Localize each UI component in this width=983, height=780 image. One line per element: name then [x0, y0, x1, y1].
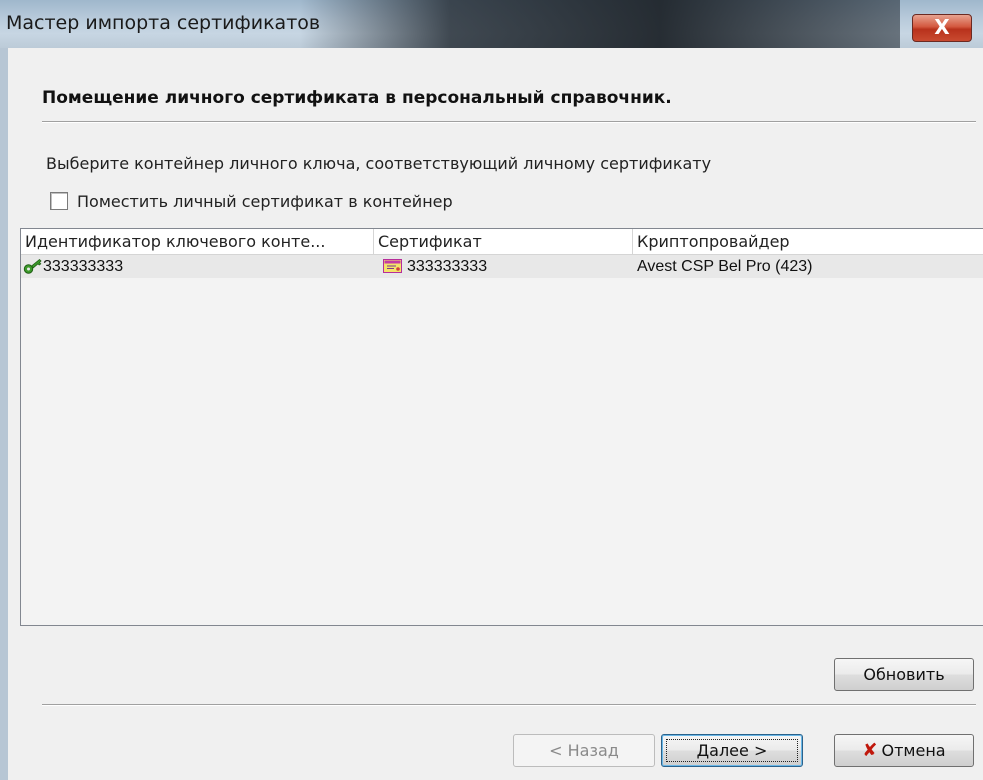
window-title: Мастер импорта сертификатов [6, 12, 321, 34]
window-frame [0, 48, 8, 780]
place-in-container-label[interactable]: Поместить личный сертификат в контейнер [77, 192, 453, 211]
title-bar-background [300, 0, 900, 48]
close-button[interactable]: X [912, 14, 972, 42]
refresh-button[interactable]: Обновить [834, 658, 974, 691]
certificate-icon [383, 259, 403, 274]
place-in-container-checkbox[interactable] [50, 192, 68, 210]
container-list[interactable]: Идентификатор ключевого конте... Сертифи… [20, 228, 983, 626]
instruction-text: Выберите контейнер личного ключа, соотве… [46, 154, 712, 173]
list-header: Идентификатор ключевого конте... Сертифи… [21, 229, 983, 255]
cancel-button-label: Отмена [881, 741, 946, 760]
key-icon [23, 258, 43, 275]
column-header-provider[interactable]: Криптопровайдер [633, 229, 983, 254]
page-heading: Помещение личного сертификата в персонал… [42, 88, 672, 108]
import-wizard-window: Мастер импорта сертификатов X Помещение … [0, 0, 983, 780]
focus-indicator [666, 739, 798, 762]
container-id-cell: 333333333 [43, 258, 124, 275]
column-header-certificate[interactable]: Сертификат [374, 229, 633, 254]
place-in-container-option[interactable]: Поместить личный сертификат в контейнер [50, 189, 453, 213]
wizard-content: Помещение личного сертификата в персонал… [8, 48, 983, 780]
list-empty-area[interactable] [21, 278, 983, 625]
header-separator [42, 121, 976, 123]
cancel-button[interactable]: ✘ Отмена [834, 734, 974, 767]
footer-separator [42, 704, 976, 706]
provider-cell: Avest CSP Bel Pro (423) [637, 258, 813, 275]
column-header-container-id[interactable]: Идентификатор ключевого конте... [21, 229, 374, 254]
back-button[interactable]: < Назад [513, 734, 655, 767]
table-row[interactable]: 333333333 333333333 Avest CSP Bel Pro (4… [21, 255, 983, 278]
certificate-cell: 333333333 [407, 258, 488, 275]
x-icon: ✘ [862, 740, 878, 761]
next-button[interactable]: Далее > [661, 734, 803, 767]
